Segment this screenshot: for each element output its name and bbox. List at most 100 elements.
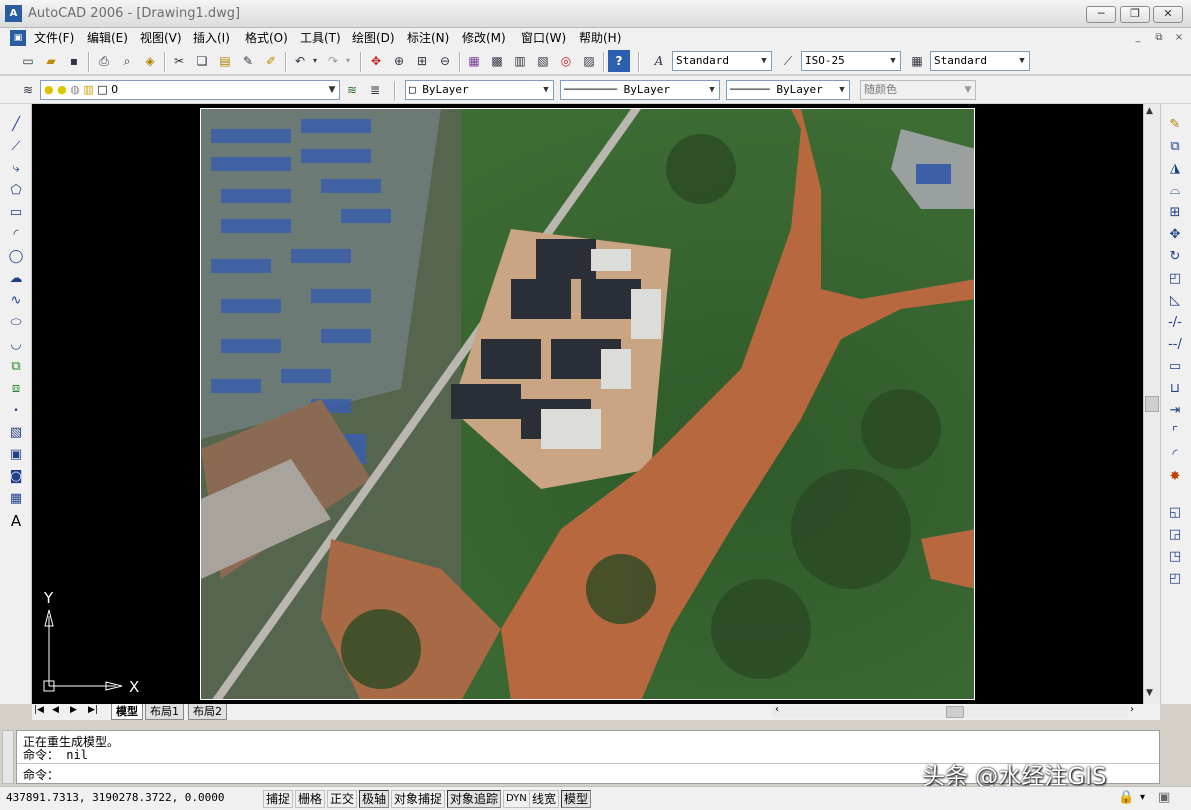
extend-icon[interactable]: --/ <box>1164 334 1186 356</box>
doc-restore-button[interactable]: ⧉ <box>1152 31 1166 45</box>
match-properties-icon[interactable]: ✎ <box>237 50 259 72</box>
table-style-select[interactable]: Standard ▼ <box>930 51 1030 71</box>
zoom-previous-icon[interactable]: ⊖ <box>434 50 456 72</box>
break-at-point-icon[interactable]: ▭ <box>1164 356 1186 378</box>
circle-icon[interactable]: ◯ <box>5 246 27 268</box>
status-menu-icon[interactable]: ▾ <box>1140 792 1145 803</box>
paste-icon[interactable]: ▤ <box>214 50 236 72</box>
copy-icon[interactable]: ❏ <box>191 50 213 72</box>
menu-draw[interactable]: 绘图(D) <box>349 28 398 48</box>
grid-toggle[interactable]: 栅格 <box>295 790 326 808</box>
polyline-icon[interactable]: ⤷ <box>5 158 27 180</box>
redo-dropdown-icon[interactable]: ▾ <box>342 50 354 72</box>
doc-minimize-button[interactable]: _ <box>1131 31 1145 45</box>
document-icon[interactable]: ▣ <box>10 30 26 46</box>
trim-icon[interactable]: -/- <box>1164 312 1186 334</box>
new-icon[interactable]: ▭ <box>17 50 39 72</box>
doc-close-button[interactable]: × <box>1172 31 1186 45</box>
publish-icon[interactable]: ◈ <box>139 50 161 72</box>
polar-toggle[interactable]: 极轴 <box>359 790 390 808</box>
layer-manager-icon[interactable]: ≋ <box>17 79 39 101</box>
insert-block-icon[interactable]: ⧉ <box>5 356 27 378</box>
next-tab-icon[interactable]: ▶ <box>70 705 77 715</box>
menu-edit[interactable]: 编辑(E) <box>84 28 131 48</box>
fillet-icon[interactable]: ◜ <box>1164 444 1186 466</box>
scroll-left-icon[interactable]: ‹ <box>775 704 779 715</box>
sheet-set-icon[interactable]: ▧ <box>532 50 554 72</box>
layer-select[interactable]: ● ● ◍ ▥ □ 0 ▼ <box>40 80 340 100</box>
menu-dimension[interactable]: 标注(N) <box>404 28 452 48</box>
layer-previous-icon[interactable]: ≣ <box>364 79 386 101</box>
minimize-button[interactable]: ─ <box>1086 6 1116 23</box>
prev-tab-icon[interactable]: ◀ <box>52 705 59 715</box>
autocad-app-icon[interactable]: A <box>5 5 22 22</box>
osnap-toggle[interactable]: 对象捕捉 <box>391 790 446 808</box>
coordinate-readout[interactable]: 437891.7313, 3190278.3722, 0.0000 <box>6 791 225 804</box>
menu-tools[interactable]: 工具(T) <box>297 28 344 48</box>
color-select[interactable]: □ ByLayer ▼ <box>405 80 554 100</box>
mirror-icon[interactable]: ◮ <box>1164 158 1186 180</box>
scroll-down-icon[interactable]: ▼ <box>1146 688 1153 698</box>
line-icon[interactable]: ╱ <box>5 114 27 136</box>
command-window-grip[interactable] <box>2 730 14 784</box>
open-icon[interactable]: ▰ <box>40 50 62 72</box>
lineweight-toggle[interactable]: 线宽 <box>529 790 560 808</box>
pan-realtime-icon[interactable]: ✥ <box>365 50 387 72</box>
undo-dropdown-icon[interactable]: ▾ <box>309 50 321 72</box>
menu-window[interactable]: 窗口(W) <box>518 28 569 48</box>
chamfer-icon[interactable]: ⌜ <box>1164 422 1186 444</box>
lineweight-select[interactable]: ────── ByLayer ▼ <box>726 80 850 100</box>
cut-icon[interactable]: ✂ <box>168 50 190 72</box>
menu-insert[interactable]: 插入(I) <box>190 28 233 48</box>
construction-line-icon[interactable]: ⟋ <box>5 136 27 158</box>
redo-icon[interactable]: ↷ <box>322 50 344 72</box>
design-center-icon[interactable]: ▩ <box>486 50 508 72</box>
plot-icon[interactable]: ⎙ <box>93 50 115 72</box>
explode-icon[interactable]: ✸ <box>1164 466 1186 488</box>
copy-object-icon[interactable]: ⧉ <box>1164 136 1186 158</box>
revision-cloud-icon[interactable]: ☁ <box>5 268 27 290</box>
draworder-under-icon[interactable]: ◰ <box>1164 568 1186 590</box>
model-toggle[interactable]: 模型 <box>561 790 592 808</box>
tab-layout2[interactable]: 布局2 <box>188 704 227 720</box>
snap-toggle[interactable]: 捕捉 <box>263 790 294 808</box>
text-style-select[interactable]: Standard ▼ <box>672 51 772 71</box>
save-icon[interactable]: ▪ <box>63 50 85 72</box>
block-editor-icon[interactable]: ✐ <box>260 50 282 72</box>
horizontal-scroll-thumb[interactable] <box>946 706 964 718</box>
table-style-icon[interactable]: ▦ <box>906 50 928 72</box>
region-icon[interactable]: ◙ <box>5 466 27 488</box>
plot-preview-icon[interactable]: ⌕ <box>116 50 138 72</box>
linetype-select[interactable]: ──────── ByLayer ▼ <box>560 80 720 100</box>
arc-icon[interactable]: ◜ <box>5 224 27 246</box>
restore-button[interactable]: ❐ <box>1120 6 1150 23</box>
draworder-back-icon[interactable]: ◲ <box>1164 524 1186 546</box>
move-icon[interactable]: ✥ <box>1164 224 1186 246</box>
close-button[interactable]: ✕ <box>1153 6 1183 23</box>
ellipse-icon[interactable]: ⬭ <box>5 312 27 334</box>
zoom-window-icon[interactable]: ⊞ <box>411 50 433 72</box>
otrack-toggle[interactable]: 对象追踪 <box>447 790 502 808</box>
vertical-scroll-thumb[interactable] <box>1145 396 1159 412</box>
first-tab-icon[interactable]: |◀ <box>34 705 44 715</box>
make-layer-current-icon[interactable]: ≋ <box>341 79 363 101</box>
last-tab-icon[interactable]: ▶| <box>88 705 98 715</box>
undo-icon[interactable]: ↶ <box>289 50 311 72</box>
stretch-icon[interactable]: ◺ <box>1164 290 1186 312</box>
ellipse-arc-icon[interactable]: ◡ <box>5 334 27 356</box>
vertical-scrollbar[interactable]: ▲ ▼ <box>1143 104 1160 704</box>
markup-icon[interactable]: ◎ <box>555 50 577 72</box>
join-icon[interactable]: ⇥ <box>1164 400 1186 422</box>
multiline-text-icon[interactable]: A <box>5 510 27 532</box>
table-icon[interactable]: ▦ <box>5 488 27 510</box>
ortho-toggle[interactable]: 正交 <box>327 790 358 808</box>
dim-style-select[interactable]: ISO-25 ▼ <box>801 51 901 71</box>
gradient-icon[interactable]: ▣ <box>5 444 27 466</box>
tab-layout1[interactable]: 布局1 <box>145 704 184 720</box>
offset-icon[interactable]: ⌓ <box>1164 180 1186 202</box>
menu-file[interactable]: 文件(F) <box>31 28 77 48</box>
spline-icon[interactable]: ∿ <box>5 290 27 312</box>
hatch-icon[interactable]: ▧ <box>5 422 27 444</box>
text-style-icon[interactable]: A <box>648 50 670 72</box>
erase-icon[interactable]: ✎ <box>1164 114 1186 136</box>
